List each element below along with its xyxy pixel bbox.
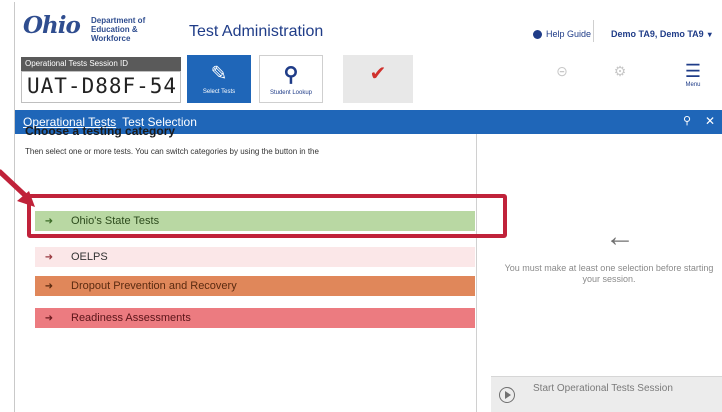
select-tests-label: Select Tests (202, 89, 236, 95)
category-readiness-assessments[interactable]: ➜ Readiness Assessments (35, 308, 475, 328)
search-icon[interactable]: ⚲ (683, 114, 691, 127)
logo-department-text: Department of Education & Workforce (91, 16, 181, 43)
menu-button[interactable]: ☰ Menu (673, 60, 713, 88)
start-session-button[interactable]: Start Operational Tests Session (491, 376, 722, 412)
page-subtitle: Then select one or more tests. You can s… (25, 147, 319, 156)
start-session-label: Start Operational Tests Session (533, 383, 673, 394)
highlight-box (27, 194, 507, 238)
play-icon (499, 387, 515, 403)
category-dropout-prevention[interactable]: ➜ Dropout Prevention and Recovery (35, 276, 475, 296)
session-id-label: Operational Tests Session ID (21, 57, 181, 71)
session-id-value: UAT-D88F-54 (27, 74, 178, 98)
category-label: OELPS (71, 251, 108, 263)
student-lookup-button[interactable]: ⚲ Student Lookup (259, 55, 323, 103)
header-divider (593, 20, 594, 42)
select-tests-button[interactable]: ✎ Select Tests (187, 55, 251, 103)
category-panel (15, 134, 477, 412)
logo-dept-line-1: Department of (91, 16, 146, 25)
help-icon (533, 29, 542, 39)
student-lookup-label: Student Lookup (269, 90, 313, 96)
hamburger-icon: ☰ (684, 61, 702, 81)
logo-dept-line-3: Workforce (91, 34, 131, 43)
search-icon: ⚲ (283, 64, 299, 86)
arrow-right-icon: ➜ (44, 312, 54, 324)
annotation-arrow-icon (0, 169, 35, 207)
app-title: Test Administration (189, 23, 324, 40)
disabled-tool-button-2[interactable]: ⚙ (595, 60, 645, 82)
arrow-right-icon: ➜ (44, 280, 54, 292)
gear-icon: ⚙ (613, 63, 627, 79)
arrow-right-icon: ➜ (44, 251, 54, 263)
user-menu[interactable]: Demo TA9, Demo TA9 ▾ (611, 29, 712, 39)
category-label: Dropout Prevention and Recovery (71, 280, 237, 292)
ohio-logo: Ohio Department of Education & Workforce (23, 12, 145, 46)
checkmark-icon: ✔ (369, 63, 387, 85)
header: Ohio Department of Education & Workforce… (15, 2, 722, 52)
help-guide-label: Help Guide (546, 29, 592, 39)
logo-ohio-text: Ohio (23, 12, 81, 39)
arrow-left-icon: ← (605, 220, 635, 253)
logo-dept-line-2: Education & (91, 25, 138, 34)
category-label: Readiness Assessments (71, 312, 191, 324)
chevron-down-icon: ▾ (707, 30, 712, 39)
menu-label: Menu (685, 82, 701, 88)
category-oelps[interactable]: ➜ OELPS (35, 247, 475, 267)
help-guide-link[interactable]: Help Guide (533, 29, 591, 39)
circle-icon: ⊝ (556, 63, 568, 79)
approvals-button[interactable]: ✔ (343, 55, 413, 103)
close-icon[interactable]: ✕ (705, 114, 715, 128)
page-title: Choose a testing category (25, 124, 176, 138)
selection-hint: You must make at least one selection bef… (504, 263, 714, 284)
app-frame: Ohio Department of Education & Workforce… (0, 2, 722, 412)
disabled-tool-button-1[interactable]: ⊝ (537, 60, 587, 82)
pencil-icon: ✎ (210, 63, 228, 85)
user-name: Demo TA9, Demo TA9 (611, 29, 704, 39)
